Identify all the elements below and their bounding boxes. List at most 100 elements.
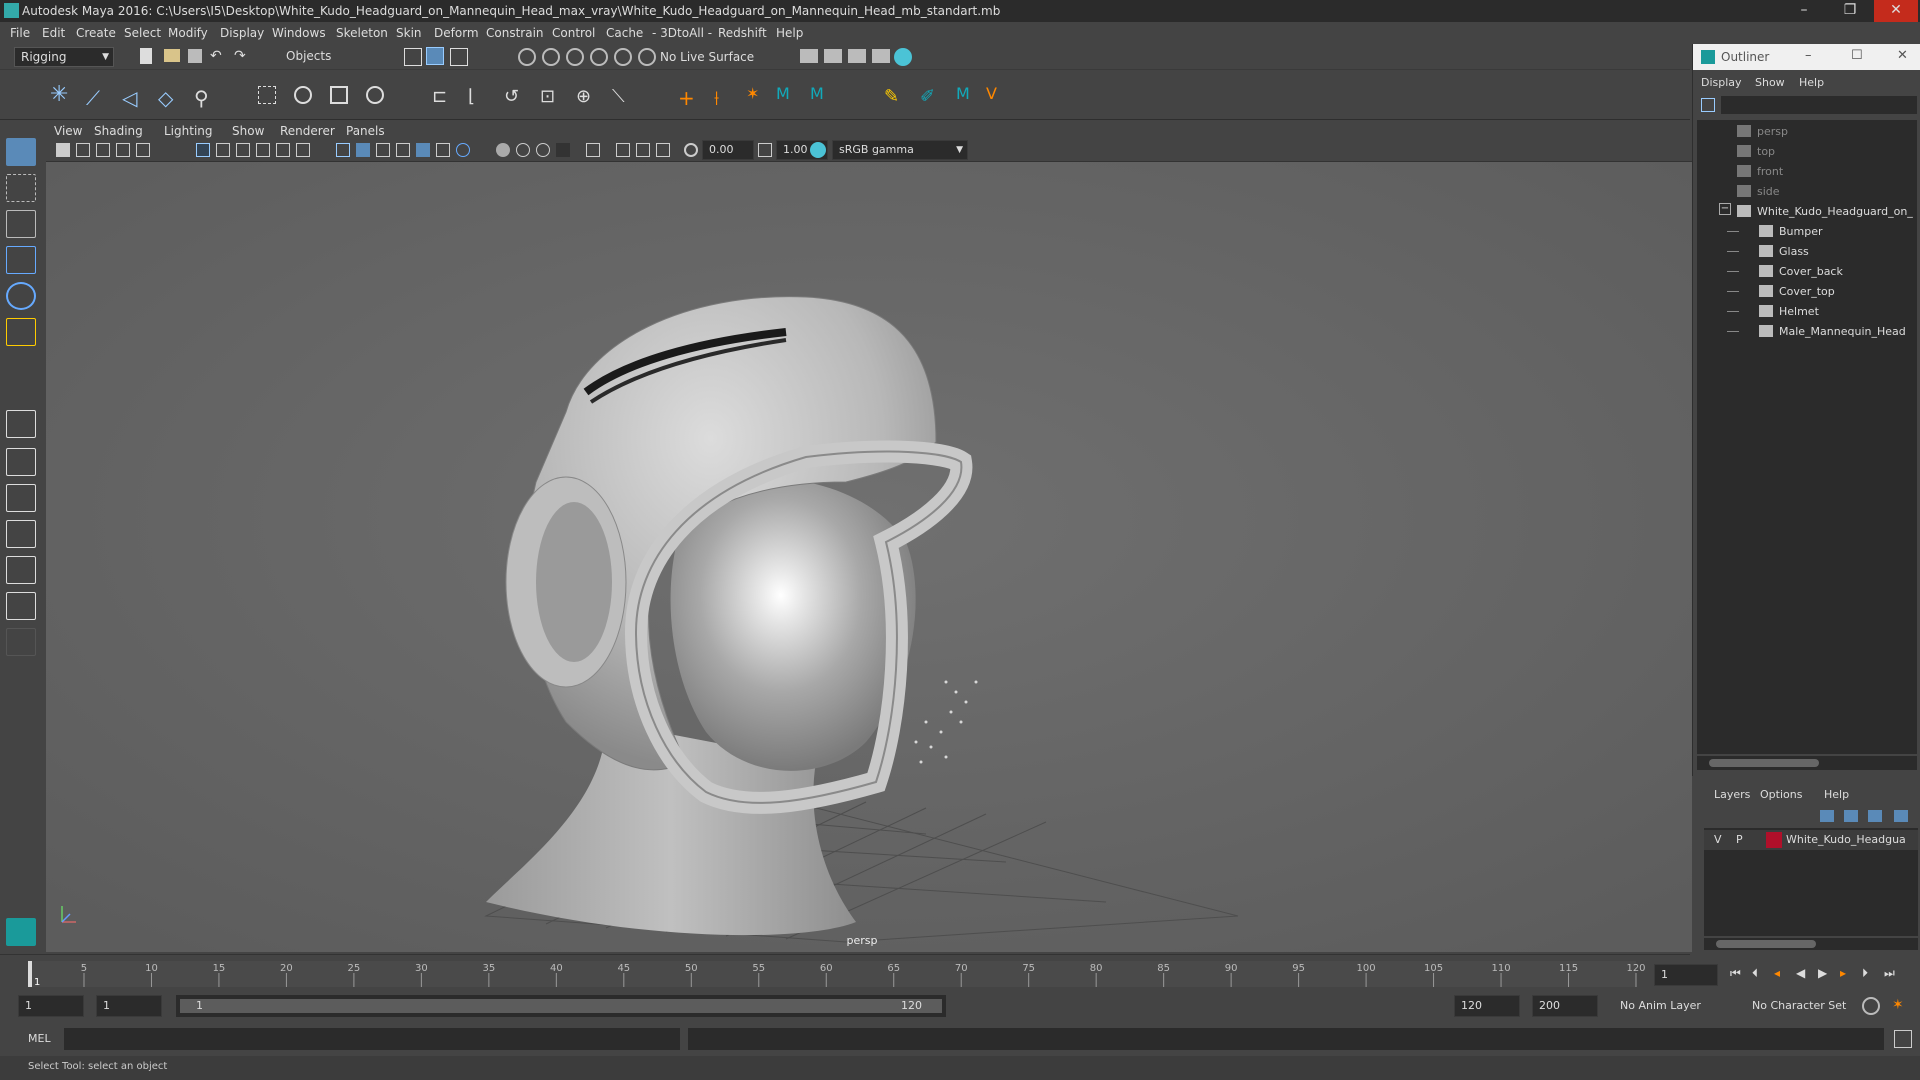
orient-constraint-icon[interactable]: ↺ [504,86,522,107]
anim-end-field[interactable]: 120 [1454,995,1520,1017]
step-forward-frame-icon[interactable]: ▸ [1840,966,1858,984]
layout-graph-icon[interactable] [6,556,36,584]
outliner-minimize-button[interactable]: – [1805,48,1812,63]
mash-icon[interactable]: M [776,84,794,103]
go-to-start-icon[interactable]: ⏮ [1730,966,1748,984]
mash-network-icon[interactable]: M [810,84,828,103]
outliner-item[interactable]: persp [1697,122,1920,142]
locator-icon[interactable]: + [678,86,696,110]
panel-menu-lighting[interactable]: Lighting [164,124,213,138]
image-plane-icon[interactable] [116,143,130,157]
layers-menu-options[interactable]: Options [1760,788,1802,801]
camera-attributes-icon[interactable] [76,143,90,157]
rotate-tool-icon[interactable] [6,282,36,310]
ik-spline-icon[interactable]: ◁ [122,86,140,110]
end-time-field[interactable]: 200 [1532,995,1598,1017]
layout-custom-icon[interactable] [6,628,36,656]
hypershade-icon[interactable] [872,49,890,63]
frame-all-icon[interactable] [636,143,650,157]
camera-icon[interactable] [56,143,70,157]
ambient-occlusion-icon[interactable] [456,143,470,157]
move-layer-down-icon[interactable] [1844,810,1858,822]
menu-skin[interactable]: Skin [396,26,422,40]
anti-alias-icon[interactable] [536,143,550,157]
range-slider[interactable]: 1 120 [176,995,946,1017]
outliner-menu-help[interactable]: Help [1799,76,1824,89]
anim-layer-dropdown[interactable]: No Anim Layer [1620,995,1748,1017]
move-tool-icon[interactable] [6,246,36,274]
panel-menu-shading[interactable]: Shading [94,124,143,138]
auto-key-icon[interactable] [1862,997,1880,1015]
outliner-item[interactable]: top [1697,142,1920,162]
layout-four-icon[interactable] [6,448,36,476]
outliner-close-button[interactable]: ✕ [1897,48,1908,63]
time-ruler-background[interactable] [30,961,1636,987]
current-time-marker[interactable] [28,961,32,987]
character-set-dropdown[interactable]: No Character Set [1752,995,1872,1017]
isolate-select-icon[interactable] [496,143,510,157]
gate-mask-icon[interactable] [256,143,270,157]
resolution-gate-icon[interactable] [236,143,250,157]
layer-visibility-toggle[interactable]: V [1714,833,1722,846]
layout-two-icon[interactable] [6,484,36,512]
ipr-render-icon[interactable] [824,49,842,63]
scale-tool-icon[interactable] [6,318,36,346]
outliner-item[interactable]: front [1697,162,1920,182]
panel-menu-view[interactable]: View [54,124,82,138]
outliner-item[interactable]: Cover_back [1697,262,1920,282]
filter-icon[interactable] [1701,98,1715,112]
xray-icon[interactable] [436,143,450,157]
time-slider-ruler[interactable]: 5 10 15 20 25 30 35 40 45 50 55 60 65 70 75 80 85 90 95 100… [0,955,1690,991]
select-tool-icon[interactable] [6,138,36,166]
layers-menu-help[interactable]: Help [1824,788,1849,801]
snap-point-icon[interactable] [566,48,584,66]
menu-constrain[interactable]: Constrain [486,26,544,40]
hud-icon[interactable] [586,143,600,157]
panel-menu-show[interactable]: Show [232,124,264,138]
range-slider-handle[interactable]: 1 120 [180,999,942,1013]
grease-pencil-icon[interactable] [136,143,150,157]
scale-constraint-icon[interactable]: ⊡ [540,86,558,107]
expand-collapse-icon[interactable]: − [1719,203,1731,215]
menu-skeleton[interactable]: Skeleton [336,26,388,40]
use-lights-icon[interactable] [376,143,390,157]
play-backward-icon[interactable]: ◀ [1796,966,1814,984]
open-scene-icon[interactable] [164,49,180,62]
brush-tool-icon[interactable]: ✐ [920,86,938,107]
restore-button[interactable]: ❐ [1828,0,1872,22]
save-scene-icon[interactable] [188,49,202,63]
layer-color-swatch[interactable] [1766,832,1782,848]
layout-single-icon[interactable] [6,410,36,438]
current-frame-field[interactable]: 1 [1654,964,1718,986]
select-by-object-icon[interactable] [426,47,444,65]
snap-grid-icon[interactable] [518,48,536,66]
move-layer-up-icon[interactable] [1820,810,1834,822]
exposure-field[interactable]: 0.00 [702,140,754,160]
panel-menu-panels[interactable]: Panels [346,124,385,138]
select-by-hierarchy-icon[interactable] [404,48,422,66]
layout-hypershade-icon[interactable] [6,592,36,620]
panel-menu-renderer[interactable]: Renderer [280,124,335,138]
select-by-component-icon[interactable] [450,48,468,66]
safe-action-icon[interactable] [296,143,310,157]
layers-hscrollbar[interactable] [1704,938,1918,950]
insert-joint-icon[interactable]: ◇ [158,86,176,110]
outliner-item[interactable]: Cover_top [1697,282,1920,302]
color-space-dropdown[interactable]: sRGB gamma ▼ [832,140,968,160]
humanik-icon[interactable]: ⚲ [194,86,212,110]
snap-view-icon[interactable] [590,48,608,66]
point-constraint-icon[interactable]: ⊏ [432,86,450,107]
menu-display[interactable]: Display [220,26,264,40]
outliner-item[interactable]: side [1697,182,1920,202]
ik-handle-icon[interactable]: ⟋ [86,86,104,110]
script-editor-icon[interactable] [1894,1030,1912,1048]
cluster-icon[interactable] [366,86,384,104]
close-button[interactable]: ✕ [1874,0,1918,22]
lattice-icon[interactable] [330,86,348,104]
snap-surface-icon[interactable] [614,48,632,66]
outliner-menu-show[interactable]: Show [1755,76,1785,89]
new-layer-selected-icon[interactable] [1894,810,1908,822]
time-slider[interactable]: 5 10 15 20 25 30 35 40 45 50 55 60 65 70 75 80 85 90 95 100… [0,954,1690,990]
step-back-frame-icon[interactable]: ◂ [1774,966,1792,984]
step-forward-key-icon[interactable]: ⏵ [1862,966,1880,984]
